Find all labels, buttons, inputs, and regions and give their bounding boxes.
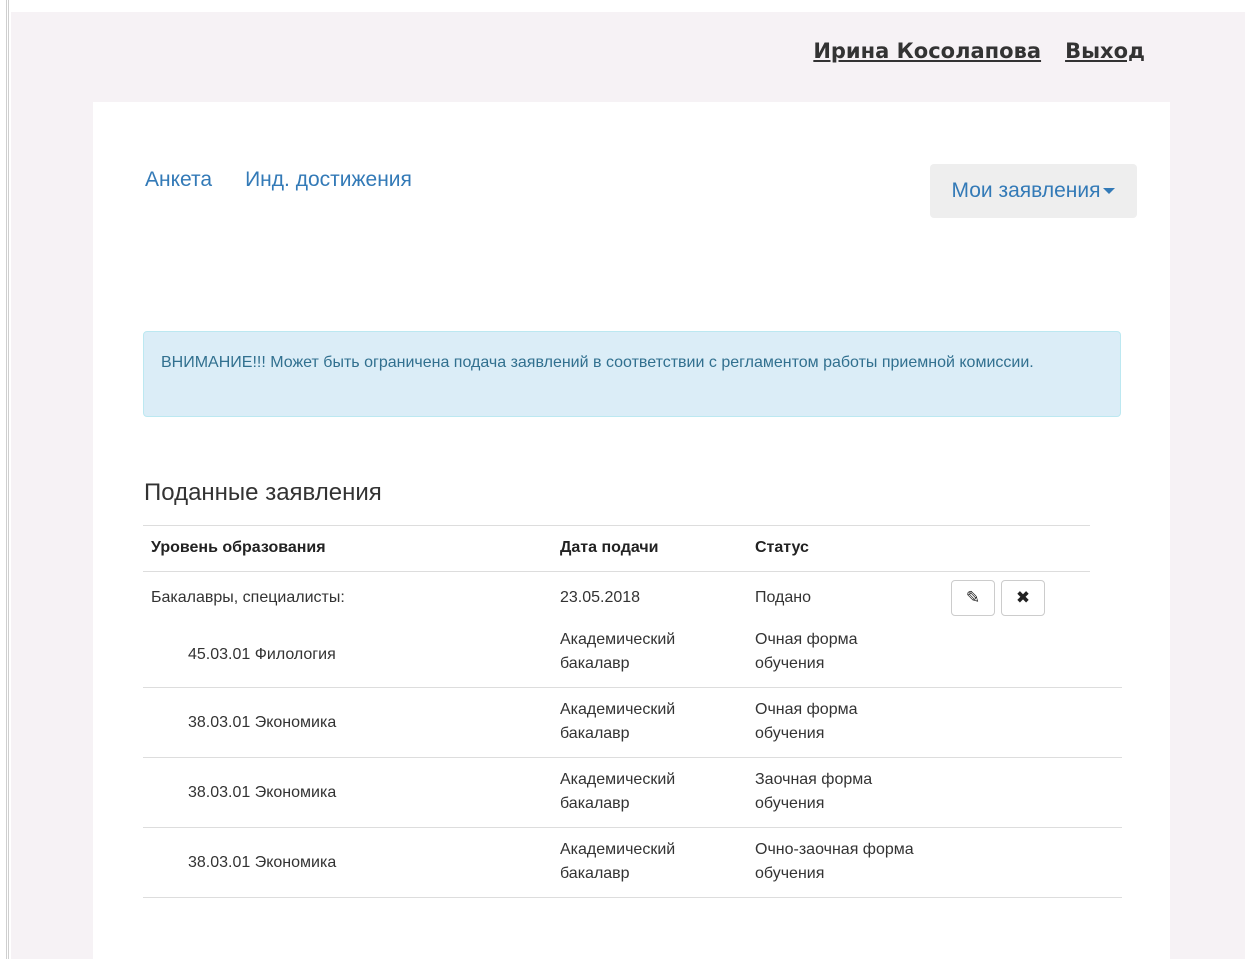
edit-button[interactable]: ✎: [951, 580, 995, 616]
user-bar: Ирина Косолапова Выход: [789, 39, 1145, 63]
column-header-date: Дата подачи: [560, 539, 659, 556]
user-name-link[interactable]: Ирина Косолапова: [813, 39, 1041, 63]
main-nav: Анкета Инд. достижения: [145, 168, 445, 192]
column-header-status: Статус: [755, 539, 809, 556]
program-study-form: Очная форма обучения: [755, 631, 858, 672]
application-group-row: Бакалавры, специалисты: 23.05.2018 Подан…: [143, 572, 1090, 622]
column-header-level: Уровень образования: [151, 539, 326, 556]
program-study-form: Заочная форма обучения: [755, 771, 873, 812]
table-row: 38.03.01 Экономика Академический бакалавр…: [143, 688, 1122, 758]
page-background: Ирина Косолапова Выход Анкета Инд. достиже…: [11, 12, 1245, 962]
table-header: Уровень образования Дата подачи Статус: [143, 525, 1090, 572]
my-applications-dropdown[interactable]: Мои заявления: [930, 164, 1137, 218]
table-row: 38.03.01 Экономика Академический бакалавр…: [143, 828, 1122, 898]
table-row: 45.03.01 Филология Академический бакалавр…: [143, 622, 1122, 688]
caret-down-icon: [1103, 188, 1116, 195]
my-applications-label: Мои заявления: [951, 179, 1101, 202]
close-icon: ✖: [1015, 588, 1031, 607]
nav-item-profile[interactable]: Анкета: [145, 168, 212, 191]
logout-link[interactable]: Выход: [1065, 39, 1145, 63]
program-study-form: Очная форма обучения: [755, 701, 858, 742]
program-name: 38.03.01 Экономика: [188, 784, 337, 801]
program-name: 38.03.01 Экономика: [188, 714, 337, 731]
program-type: Академический бакалавр: [560, 841, 676, 882]
program-study-form: Очно-заочная форма обучения: [755, 841, 914, 882]
nav-item-achievements[interactable]: Инд. достижения: [245, 168, 412, 191]
group-level: Бакалавры, специалисты:: [151, 589, 345, 606]
left-border: [6, 0, 9, 959]
table-row: 38.03.01 Экономика Академический бакалавр…: [143, 758, 1122, 828]
attention-alert: ВНИМАНИЕ!!! Может быть ограничена подача…: [143, 331, 1121, 417]
main-card: Анкета Инд. достижения Мои заявления ВНИМ…: [93, 102, 1170, 962]
program-name: 38.03.01 Экономика: [188, 854, 337, 871]
applications-table: Уровень образования Дата подачи Статус Б…: [143, 525, 1122, 898]
program-type: Академический бакалавр: [560, 631, 676, 672]
group-status: Подано: [755, 589, 812, 606]
program-type: Академический бакалавр: [560, 771, 676, 812]
section-title: Поданные заявления: [144, 479, 382, 506]
delete-button[interactable]: ✖: [1001, 580, 1045, 616]
pencil-icon: ✎: [965, 588, 981, 607]
program-name: 45.03.01 Филология: [188, 646, 336, 663]
program-type: Академический бакалавр: [560, 701, 676, 742]
group-date: 23.05.2018: [560, 589, 641, 606]
